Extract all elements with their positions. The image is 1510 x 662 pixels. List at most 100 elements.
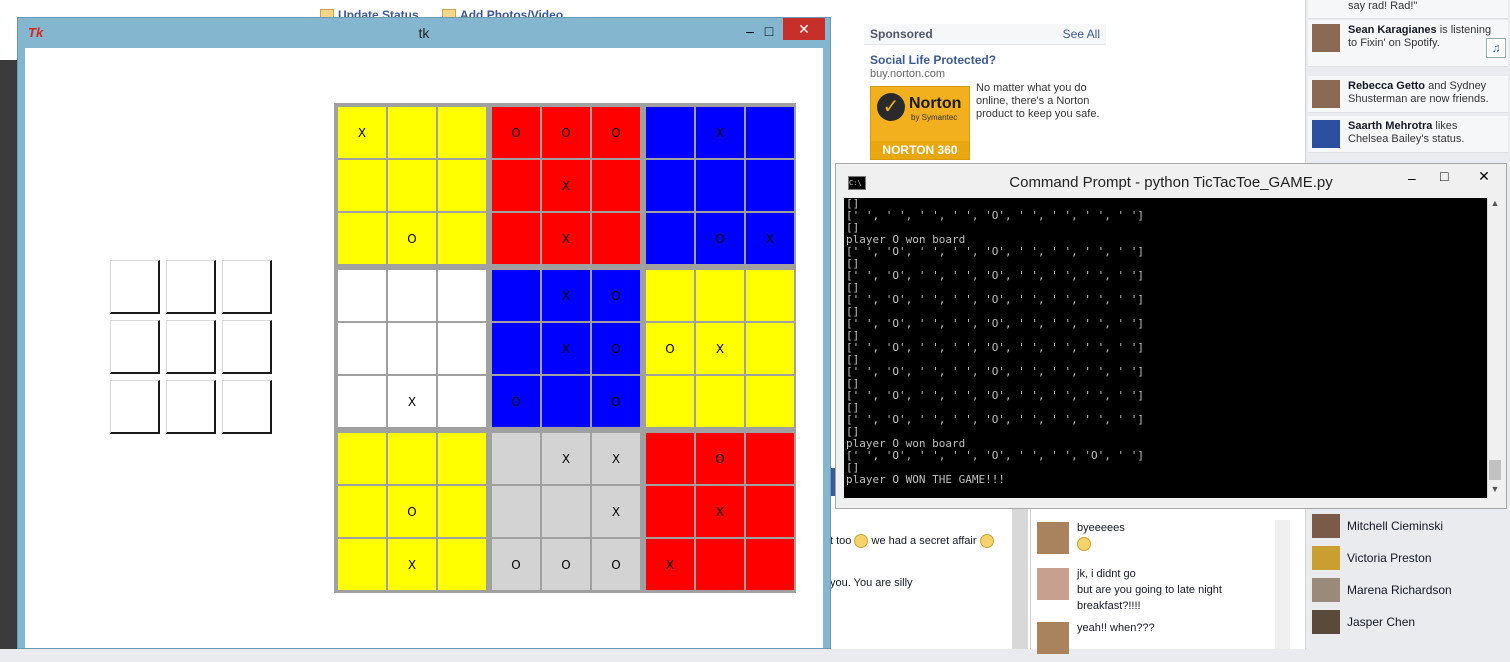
small-board-cell[interactable] bbox=[222, 320, 272, 374]
chat-contact[interactable]: Mitchell Cieminski bbox=[1308, 510, 1508, 542]
board-cell[interactable]: O bbox=[491, 375, 541, 428]
ticker-item[interactable]: Rebecca Getto and Sydney Shusterman are … bbox=[1308, 76, 1508, 113]
board-cell[interactable] bbox=[337, 269, 387, 322]
board-cell[interactable] bbox=[491, 432, 541, 485]
board-cell[interactable] bbox=[695, 538, 745, 591]
music-note-icon[interactable]: ♫ bbox=[1486, 38, 1506, 58]
board-cell[interactable]: O bbox=[591, 322, 641, 375]
board-cell[interactable] bbox=[745, 485, 795, 538]
board-cell[interactable] bbox=[695, 159, 745, 212]
board-cell[interactable]: O bbox=[387, 212, 437, 265]
board-cell[interactable] bbox=[437, 212, 487, 265]
board-cell[interactable] bbox=[387, 432, 437, 485]
board-cell[interactable] bbox=[337, 485, 387, 538]
board-cell[interactable] bbox=[337, 322, 387, 375]
chat-scroll-track[interactable] bbox=[1012, 508, 1028, 649]
minimize-button[interactable]: – bbox=[1408, 170, 1416, 186]
board-cell[interactable] bbox=[645, 269, 695, 322]
board-cell[interactable]: X bbox=[541, 322, 591, 375]
board-cell[interactable]: O bbox=[695, 432, 745, 485]
small-board-cell[interactable] bbox=[222, 380, 272, 434]
console-output[interactable]: [] [' ', ' ', ' ', ' ', 'O', ' ', ' ', ' … bbox=[844, 198, 1487, 498]
board-cell[interactable] bbox=[337, 212, 387, 265]
small-board-cell[interactable] bbox=[166, 380, 216, 434]
board-cell[interactable]: X bbox=[695, 106, 745, 159]
chat-contact[interactable]: Victoria Preston bbox=[1308, 542, 1508, 574]
board-cell[interactable] bbox=[745, 375, 795, 428]
small-board-cell[interactable] bbox=[166, 320, 216, 374]
scroll-up-icon[interactable]: ▲ bbox=[1488, 198, 1502, 212]
board-cell[interactable]: O bbox=[541, 106, 591, 159]
messages-scrollbar[interactable] bbox=[1275, 520, 1290, 649]
small-board-cell[interactable] bbox=[110, 380, 160, 434]
tk-titlebar[interactable]: Tk tk – □ ✕ bbox=[18, 18, 830, 48]
board-cell[interactable]: O bbox=[591, 375, 641, 428]
board-cell[interactable] bbox=[745, 159, 795, 212]
board-cell[interactable] bbox=[491, 212, 541, 265]
board-cell[interactable]: X bbox=[695, 322, 745, 375]
board-cell[interactable] bbox=[745, 269, 795, 322]
board-cell[interactable] bbox=[745, 322, 795, 375]
board-cell[interactable] bbox=[337, 159, 387, 212]
small-board-cell[interactable] bbox=[110, 320, 160, 374]
board-cell[interactable]: X bbox=[387, 375, 437, 428]
chat-contact[interactable]: Jasper Chen bbox=[1308, 606, 1508, 638]
board-cell[interactable] bbox=[591, 212, 641, 265]
board-cell[interactable]: O bbox=[491, 538, 541, 591]
close-button[interactable]: ✕ bbox=[783, 18, 825, 40]
small-board-cell[interactable] bbox=[166, 260, 216, 314]
board-cell[interactable] bbox=[645, 159, 695, 212]
board-cell[interactable]: X bbox=[591, 485, 641, 538]
board-cell[interactable] bbox=[437, 322, 487, 375]
board-cell[interactable] bbox=[491, 485, 541, 538]
board-cell[interactable]: X bbox=[541, 212, 591, 265]
chat-contact[interactable]: Marena Richardson bbox=[1308, 574, 1508, 606]
board-cell[interactable]: O bbox=[591, 269, 641, 322]
board-cell[interactable]: X bbox=[541, 269, 591, 322]
board-cell[interactable] bbox=[491, 159, 541, 212]
board-cell[interactable] bbox=[437, 375, 487, 428]
board-cell[interactable] bbox=[387, 269, 437, 322]
board-cell[interactable] bbox=[337, 375, 387, 428]
board-cell[interactable] bbox=[387, 159, 437, 212]
small-board-cell[interactable] bbox=[110, 260, 160, 314]
board-cell[interactable] bbox=[695, 269, 745, 322]
board-cell[interactable] bbox=[437, 159, 487, 212]
maximize-button[interactable]: □ bbox=[760, 23, 778, 39]
board-cell[interactable] bbox=[437, 432, 487, 485]
board-cell[interactable]: X bbox=[541, 432, 591, 485]
board-cell[interactable] bbox=[745, 106, 795, 159]
board-cell[interactable]: O bbox=[591, 106, 641, 159]
board-cell[interactable]: X bbox=[337, 106, 387, 159]
close-button[interactable]: ✕ bbox=[1464, 166, 1504, 186]
board-cell[interactable] bbox=[491, 322, 541, 375]
scroll-thumb[interactable] bbox=[1489, 460, 1501, 480]
ticker-item[interactable]: Saarth Mehrotra likes Chelsea Bailey's s… bbox=[1308, 116, 1508, 153]
board-cell[interactable] bbox=[645, 106, 695, 159]
board-cell[interactable]: O bbox=[387, 485, 437, 538]
board-cell[interactable]: O bbox=[645, 322, 695, 375]
scroll-down-icon[interactable]: ▼ bbox=[1488, 484, 1502, 498]
board-cell[interactable]: X bbox=[541, 159, 591, 212]
board-cell[interactable] bbox=[541, 375, 591, 428]
board-cell[interactable] bbox=[645, 485, 695, 538]
board-cell[interactable]: O bbox=[491, 106, 541, 159]
board-cell[interactable] bbox=[745, 538, 795, 591]
console-scrollbar[interactable]: ▲ ▼ bbox=[1487, 198, 1502, 498]
see-all-link[interactable]: See All bbox=[1063, 24, 1100, 44]
norton-ad-image[interactable]: ✓ Norton by Symantec NORTON 360 bbox=[870, 86, 970, 160]
board-cell[interactable] bbox=[437, 485, 487, 538]
minimize-button[interactable]: – bbox=[740, 23, 760, 39]
board-cell[interactable] bbox=[437, 106, 487, 159]
board-cell[interactable] bbox=[387, 106, 437, 159]
board-cell[interactable]: X bbox=[745, 212, 795, 265]
board-cell[interactable]: X bbox=[591, 432, 641, 485]
board-cell[interactable] bbox=[337, 432, 387, 485]
board-cell[interactable] bbox=[645, 432, 695, 485]
ad-title[interactable]: Social Life Protected? bbox=[870, 53, 1106, 67]
ticker-item[interactable]: Sean Karagianes is listening to Fixin' o… bbox=[1308, 20, 1508, 67]
board-cell[interactable] bbox=[645, 375, 695, 428]
small-board-cell[interactable] bbox=[222, 260, 272, 314]
board-cell[interactable] bbox=[437, 269, 487, 322]
ticker-item[interactable]: say rad! Rad!" bbox=[1308, 0, 1508, 19]
